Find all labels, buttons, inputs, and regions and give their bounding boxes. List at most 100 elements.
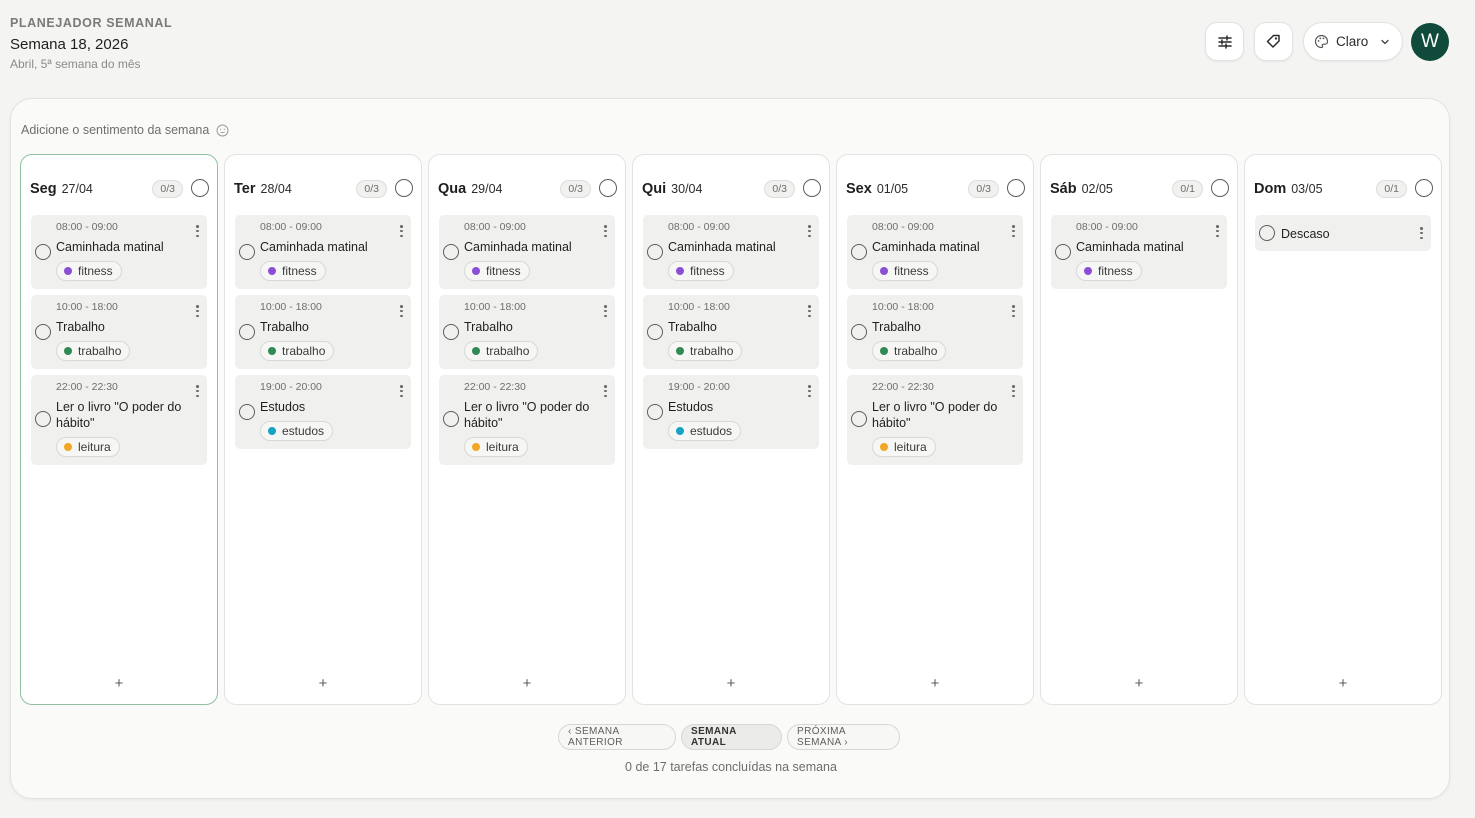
day-progress-badge: 0/3 bbox=[356, 180, 387, 198]
day-progress-badge: 0/3 bbox=[560, 180, 591, 198]
task-checkbox[interactable] bbox=[851, 411, 867, 427]
task-tag[interactable]: trabalho bbox=[56, 341, 131, 361]
day-complete-checkbox[interactable] bbox=[395, 179, 413, 197]
theme-select[interactable]: Claro bbox=[1303, 22, 1403, 61]
task-menu-icon[interactable] bbox=[604, 385, 607, 397]
task-tag[interactable]: estudos bbox=[668, 421, 742, 441]
day-name: Seg bbox=[30, 181, 57, 197]
task-card[interactable]: 10:00 - 18:00 Trabalho trabalho bbox=[235, 295, 411, 369]
task-checkbox[interactable] bbox=[35, 324, 51, 340]
task-checkbox[interactable] bbox=[851, 324, 867, 340]
task-card[interactable]: 08:00 - 09:00 Caminhada matinal fitness bbox=[847, 215, 1023, 289]
task-checkbox[interactable] bbox=[1259, 225, 1275, 241]
avatar[interactable]: W bbox=[1411, 22, 1449, 61]
task-card[interactable]: 08:00 - 09:00 Caminhada matinal fitness bbox=[643, 215, 819, 289]
task-card[interactable]: 22:00 - 22:30 Ler o livro "O poder do háb… bbox=[31, 375, 207, 465]
task-checkbox[interactable] bbox=[443, 244, 459, 260]
task-card[interactable]: 10:00 - 18:00 Trabalho trabalho bbox=[643, 295, 819, 369]
tags-button[interactable] bbox=[1254, 22, 1293, 61]
task-card[interactable]: 10:00 - 18:00 Trabalho trabalho bbox=[31, 295, 207, 369]
task-menu-icon[interactable] bbox=[196, 385, 199, 397]
task-card[interactable]: 22:00 - 22:30 Ler o livro "O poder do háb… bbox=[439, 375, 615, 465]
task-tag[interactable]: leitura bbox=[872, 437, 936, 457]
task-checkbox[interactable] bbox=[647, 404, 663, 420]
add-task-button[interactable]: + bbox=[1041, 675, 1237, 692]
task-list: 08:00 - 09:00 Caminhada matinal fitness bbox=[1051, 215, 1227, 289]
day-header: Seg 27/04 0/3 bbox=[30, 179, 209, 199]
filter-button[interactable] bbox=[1205, 22, 1244, 61]
add-task-button[interactable]: + bbox=[225, 675, 421, 692]
task-tag[interactable]: trabalho bbox=[260, 341, 335, 361]
task-menu-icon[interactable] bbox=[808, 305, 811, 317]
task-tag[interactable]: trabalho bbox=[464, 341, 539, 361]
day-column: Sáb 02/05 0/1 08:00 - 09:00 Caminhada matina… bbox=[1040, 154, 1238, 705]
task-menu-icon[interactable] bbox=[808, 385, 811, 397]
task-card[interactable]: 08:00 - 09:00 Caminhada matinal fitness bbox=[439, 215, 615, 289]
task-card[interactable]: 08:00 - 09:00 Caminhada matinal fitness bbox=[31, 215, 207, 289]
next-week-button[interactable]: PRÓXIMA SEMANA › bbox=[787, 724, 900, 750]
week-navigation: ‹ SEMANA ANTERIOR SEMANA ATUAL PRÓXIMA S… bbox=[558, 724, 900, 750]
add-task-button[interactable]: + bbox=[837, 675, 1033, 692]
task-title: Caminhada matinal bbox=[260, 240, 368, 254]
week-mood-button[interactable]: Adicione o sentimento da semana bbox=[21, 123, 229, 137]
day-complete-checkbox[interactable] bbox=[1007, 179, 1025, 197]
add-task-button[interactable]: + bbox=[633, 675, 829, 692]
task-checkbox[interactable] bbox=[1055, 244, 1071, 260]
task-card[interactable]: 19:00 - 20:00 Estudos estudos bbox=[643, 375, 819, 449]
task-menu-icon[interactable] bbox=[1420, 227, 1423, 239]
task-menu-icon[interactable] bbox=[1012, 385, 1015, 397]
add-task-button[interactable]: + bbox=[1245, 675, 1441, 692]
day-complete-checkbox[interactable] bbox=[1211, 179, 1229, 197]
previous-week-button[interactable]: ‹ SEMANA ANTERIOR bbox=[558, 724, 676, 750]
task-menu-icon[interactable] bbox=[604, 225, 607, 237]
task-card[interactable]: 08:00 - 09:00 Caminhada matinal fitness bbox=[1051, 215, 1227, 289]
tag-color-dot bbox=[880, 443, 888, 451]
task-card[interactable]: 10:00 - 18:00 Trabalho trabalho bbox=[847, 295, 1023, 369]
task-card[interactable]: 08:00 - 09:00 Caminhada matinal fitness bbox=[235, 215, 411, 289]
add-task-button[interactable]: + bbox=[429, 675, 625, 692]
task-menu-icon[interactable] bbox=[1012, 305, 1015, 317]
task-tag[interactable]: fitness bbox=[56, 261, 122, 281]
task-checkbox[interactable] bbox=[851, 244, 867, 260]
task-tag[interactable]: leitura bbox=[464, 437, 528, 457]
task-menu-icon[interactable] bbox=[400, 305, 403, 317]
day-progress-badge: 0/3 bbox=[152, 180, 183, 198]
task-card[interactable]: 19:00 - 20:00 Estudos estudos bbox=[235, 375, 411, 449]
task-tag[interactable]: fitness bbox=[260, 261, 326, 281]
task-tag[interactable]: trabalho bbox=[872, 341, 947, 361]
task-menu-icon[interactable] bbox=[400, 225, 403, 237]
task-card[interactable]: 22:00 - 22:30 Ler o livro "O poder do háb… bbox=[847, 375, 1023, 465]
task-menu-icon[interactable] bbox=[1012, 225, 1015, 237]
task-checkbox[interactable] bbox=[35, 411, 51, 427]
task-card[interactable]: Descaso bbox=[1255, 215, 1431, 251]
task-tag[interactable]: fitness bbox=[464, 261, 530, 281]
task-menu-icon[interactable] bbox=[196, 225, 199, 237]
task-tag[interactable]: trabalho bbox=[668, 341, 743, 361]
task-tag[interactable]: fitness bbox=[668, 261, 734, 281]
task-checkbox[interactable] bbox=[443, 411, 459, 427]
task-checkbox[interactable] bbox=[647, 244, 663, 260]
task-card[interactable]: 10:00 - 18:00 Trabalho trabalho bbox=[439, 295, 615, 369]
add-task-button[interactable]: + bbox=[21, 675, 217, 692]
task-title: Caminhada matinal bbox=[1076, 240, 1184, 254]
day-complete-checkbox[interactable] bbox=[1415, 179, 1433, 197]
task-tag[interactable]: leitura bbox=[56, 437, 120, 457]
task-tag[interactable]: estudos bbox=[260, 421, 334, 441]
day-complete-checkbox[interactable] bbox=[599, 179, 617, 197]
task-menu-icon[interactable] bbox=[196, 305, 199, 317]
day-complete-checkbox[interactable] bbox=[191, 179, 209, 197]
task-menu-icon[interactable] bbox=[400, 385, 403, 397]
task-checkbox[interactable] bbox=[443, 324, 459, 340]
task-checkbox[interactable] bbox=[35, 244, 51, 260]
task-tag[interactable]: fitness bbox=[872, 261, 938, 281]
current-week-button[interactable]: SEMANA ATUAL bbox=[681, 724, 782, 750]
task-checkbox[interactable] bbox=[647, 324, 663, 340]
day-complete-checkbox[interactable] bbox=[803, 179, 821, 197]
task-tag[interactable]: fitness bbox=[1076, 261, 1142, 281]
task-checkbox[interactable] bbox=[239, 404, 255, 420]
task-menu-icon[interactable] bbox=[1216, 225, 1219, 237]
task-checkbox[interactable] bbox=[239, 324, 255, 340]
task-checkbox[interactable] bbox=[239, 244, 255, 260]
task-menu-icon[interactable] bbox=[604, 305, 607, 317]
task-menu-icon[interactable] bbox=[808, 225, 811, 237]
